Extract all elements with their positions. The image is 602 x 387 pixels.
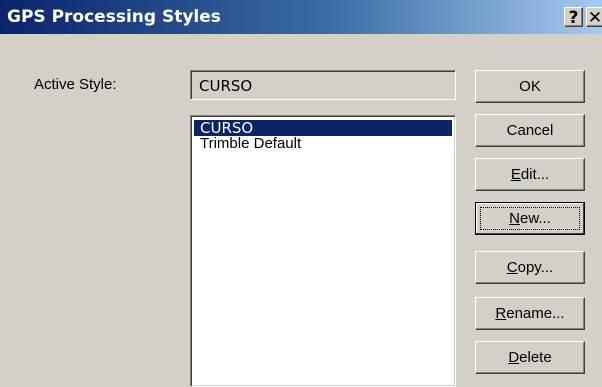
- ok-button-label: OK: [519, 78, 541, 95]
- rename-button-label: ename...: [506, 305, 565, 322]
- styles-listbox[interactable]: CURSO Trimble Default: [190, 115, 456, 387]
- edit-mnemonic: E: [510, 166, 521, 183]
- edit-button-label: dit...: [520, 166, 550, 183]
- close-icon: ✕: [587, 8, 602, 28]
- list-item-trimble-default[interactable]: Trimble Default: [194, 136, 452, 152]
- help-button[interactable]: ?: [564, 7, 583, 28]
- edit-button[interactable]: Edit...: [475, 158, 585, 191]
- active-style-label: Active Style:: [34, 76, 117, 93]
- delete-button-label: elete: [519, 349, 552, 366]
- help-icon: ?: [568, 8, 579, 28]
- list-item-curso[interactable]: CURSO: [194, 120, 452, 136]
- ok-button[interactable]: OK: [475, 70, 585, 103]
- rename-button[interactable]: Rename...: [475, 297, 585, 330]
- copy-button-label: opy...: [517, 259, 554, 276]
- delete-mnemonic: D: [508, 349, 520, 366]
- active-style-value: CURSO: [199, 77, 253, 95]
- window-title: GPS Processing Styles: [7, 7, 221, 27]
- copy-button[interactable]: Copy...: [475, 251, 585, 284]
- title-bar: GPS Processing Styles ? ✕: [0, 0, 602, 34]
- active-style-field: CURSO: [190, 70, 456, 100]
- cancel-button[interactable]: Cancel: [475, 114, 585, 147]
- focus-rectangle: New...: [480, 207, 580, 230]
- new-button[interactable]: New...: [475, 202, 585, 235]
- gps-processing-styles-dialog: GPS Processing Styles ? ✕ Active Style: …: [0, 0, 602, 387]
- new-button-label: ew...: [519, 210, 551, 227]
- cancel-button-label: Cancel: [506, 122, 554, 139]
- close-button[interactable]: ✕: [586, 7, 602, 28]
- copy-mnemonic: C: [506, 259, 518, 276]
- rename-mnemonic: R: [495, 305, 507, 322]
- delete-button[interactable]: Delete: [475, 341, 585, 374]
- new-mnemonic: N: [509, 210, 520, 227]
